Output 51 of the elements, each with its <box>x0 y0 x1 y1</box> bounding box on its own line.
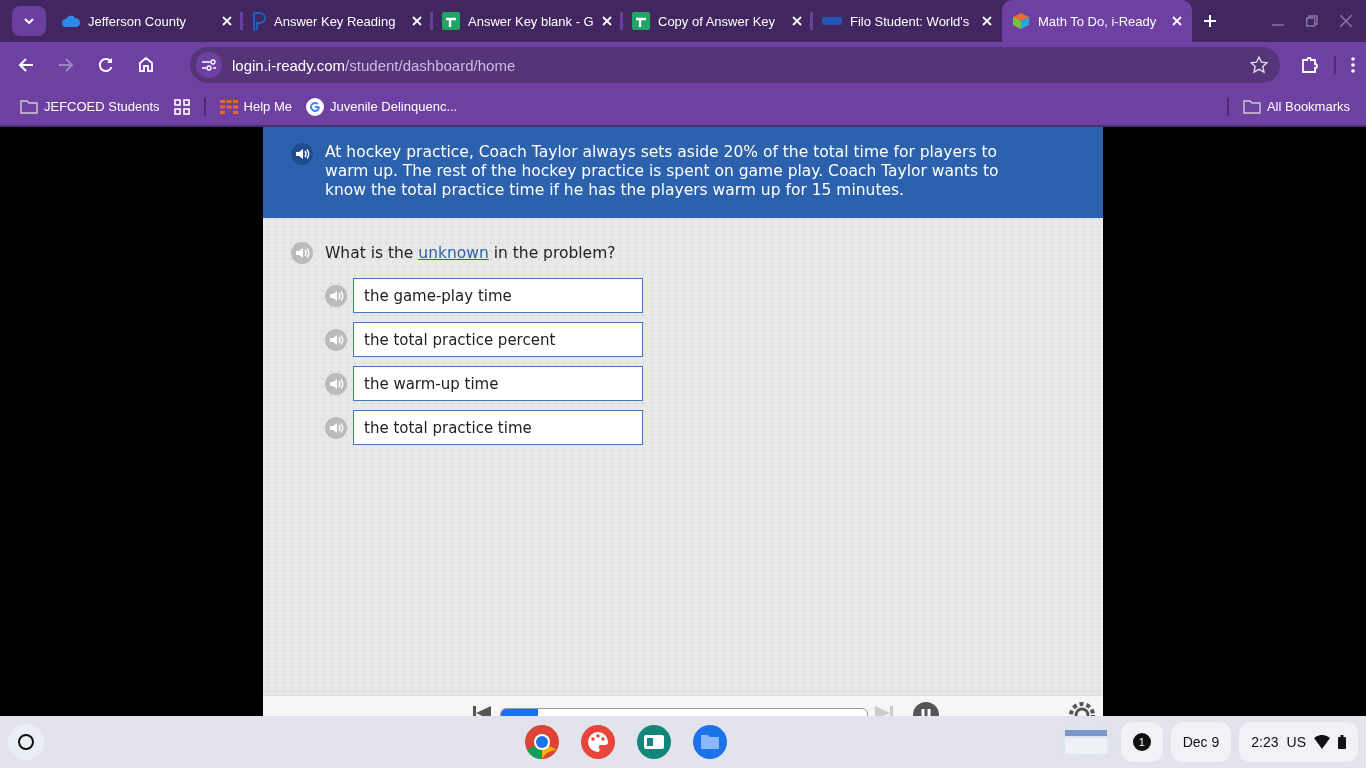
notification-count[interactable]: 1 <box>1132 733 1151 751</box>
browser-tab[interactable]: Filo Student: World's <box>812 0 1002 42</box>
problem-text: At hockey practice, Coach Taylor always sets aside 20% of the total time for players to warm up. The rest of the hockey practice is spent on game play. Coach Taylor wants to know the total practice time if he has the players warm up for 15 minutes. <box>325 143 1000 200</box>
cube-icon <box>1012 12 1030 30</box>
letter-p-icon <box>252 12 266 30</box>
site-settings-icon[interactable] <box>202 59 216 71</box>
browser-tab[interactable]: Answer Key Reading <box>242 0 432 42</box>
battery-icon[interactable] <box>1338 735 1346 749</box>
answer-choice[interactable]: the warm-up time <box>353 366 643 401</box>
url-text: login.i-ready.com/student/dashboard/home <box>232 56 517 74</box>
answer-choice[interactable]: the game-play time <box>353 278 643 313</box>
bookmark[interactable]: Juvenile Delinquenc... <box>306 97 458 116</box>
answer-choice[interactable]: the total practice time <box>353 410 643 445</box>
input-method-text[interactable]: US <box>1286 734 1306 750</box>
browser-tab[interactable]: Answer Key blank - G <box>432 0 622 42</box>
browser-tab[interactable]: Math To Do, i-Ready <box>1002 0 1192 42</box>
skip-back-icon[interactable] <box>473 706 491 716</box>
screen-icon[interactable] <box>636 724 673 760</box>
star-icon[interactable] <box>1250 56 1268 74</box>
wifi-icon[interactable] <box>1314 735 1330 749</box>
bookmark[interactable]: JEFCOED Students <box>20 99 160 114</box>
window-thumbnail[interactable] <box>1058 724 1113 760</box>
folder-icon <box>1242 99 1261 114</box>
bookmark[interactable]: Help Me <box>219 99 293 114</box>
clock-text[interactable]: 2:23 <box>1251 734 1279 750</box>
question-text: What is the unknown in the problem? <box>325 244 616 262</box>
circle-icon[interactable] <box>17 733 35 751</box>
folder-icon <box>20 99 38 114</box>
spreadsheet-icon <box>632 12 650 30</box>
google-icon <box>306 97 325 116</box>
address-bar[interactable]: login.i-ready.com/student/dashboard/home <box>190 47 1280 83</box>
grid-icon <box>219 99 238 114</box>
browser-tab[interactable]: Jefferson County <box>52 0 242 42</box>
tab-search-button[interactable] <box>12 6 46 36</box>
launcher-button[interactable] <box>8 724 44 760</box>
all-bookmarks-button[interactable]: All Bookmarks <box>1242 99 1350 114</box>
spreadsheet-icon <box>442 12 460 30</box>
menu-icon[interactable] <box>1350 56 1356 74</box>
glossary-link[interactable]: unknown <box>418 244 489 262</box>
new-tab-icon[interactable] <box>1204 15 1216 27</box>
chevron-down-icon[interactable] <box>24 18 34 24</box>
cloud-icon <box>62 14 80 28</box>
browser-tab[interactable]: Copy of Answer Key <box>622 0 812 42</box>
chrome-icon[interactable] <box>524 724 561 760</box>
apps-icon[interactable] <box>173 98 190 115</box>
answer-choice[interactable]: the total practice percent <box>353 322 643 357</box>
files-icon[interactable] <box>692 724 729 760</box>
speaker-icon[interactable] <box>291 143 313 165</box>
restore-icon[interactable] <box>1306 15 1318 27</box>
extensions-icon[interactable] <box>1300 55 1320 75</box>
palette-icon[interactable] <box>580 724 617 760</box>
